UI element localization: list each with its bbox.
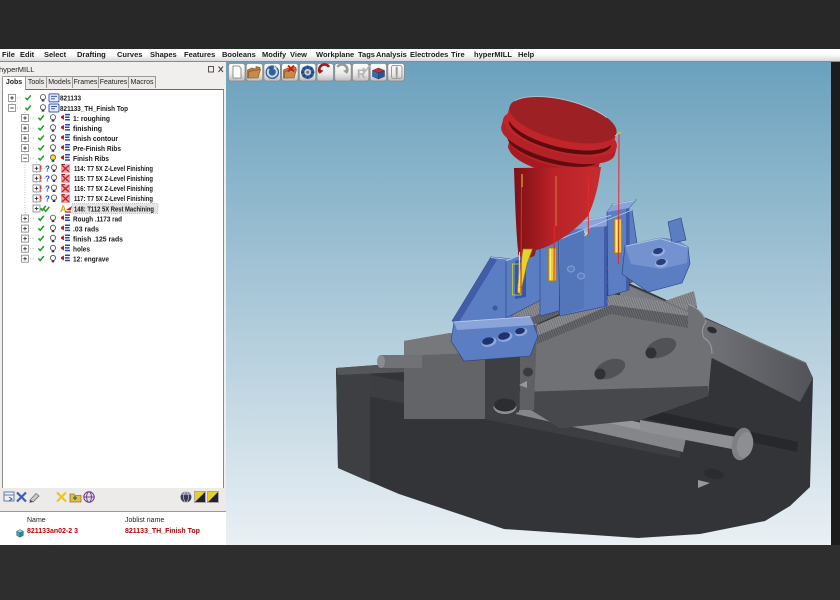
- svg-text:114: T7 5X Z-Level Finishing: 114: T7 5X Z-Level Finishing: [74, 165, 153, 173]
- svg-text:148: T112 5X Rest Machining: 148: T112 5X Rest Machining: [74, 205, 154, 213]
- svg-text:12: engrave: 12: engrave: [73, 256, 109, 264]
- svg-text:holes: holes: [73, 246, 90, 254]
- svg-text:finish contour: finish contour: [73, 135, 118, 143]
- svg-text:Rough .1173 rad: Rough .1173 rad: [73, 215, 122, 223]
- svg-text:115: T7 5X Z-Level Finishing: 115: T7 5X Z-Level Finishing: [74, 175, 153, 183]
- svg-text:.03 rads: .03 rads: [73, 225, 99, 233]
- svg-text:finish .125 rads: finish .125 rads: [73, 235, 123, 243]
- svg-text:Pre-Finish Ribs: Pre-Finish Ribs: [73, 145, 121, 153]
- svg-text:1: roughing: 1: roughing: [73, 115, 110, 123]
- svg-text:finishing: finishing: [73, 125, 102, 133]
- svg-text:821133_TH_Finish Top: 821133_TH_Finish Top: [60, 105, 129, 113]
- svg-text:116: T7 5X Z-Level Finishing: 116: T7 5X Z-Level Finishing: [74, 185, 153, 193]
- svg-text:Finish Ribs: Finish Ribs: [73, 155, 109, 163]
- svg-text:117: T7 5X Z-Level Finishing: 117: T7 5X Z-Level Finishing: [74, 195, 153, 203]
- svg-text:821133: 821133: [60, 95, 81, 103]
